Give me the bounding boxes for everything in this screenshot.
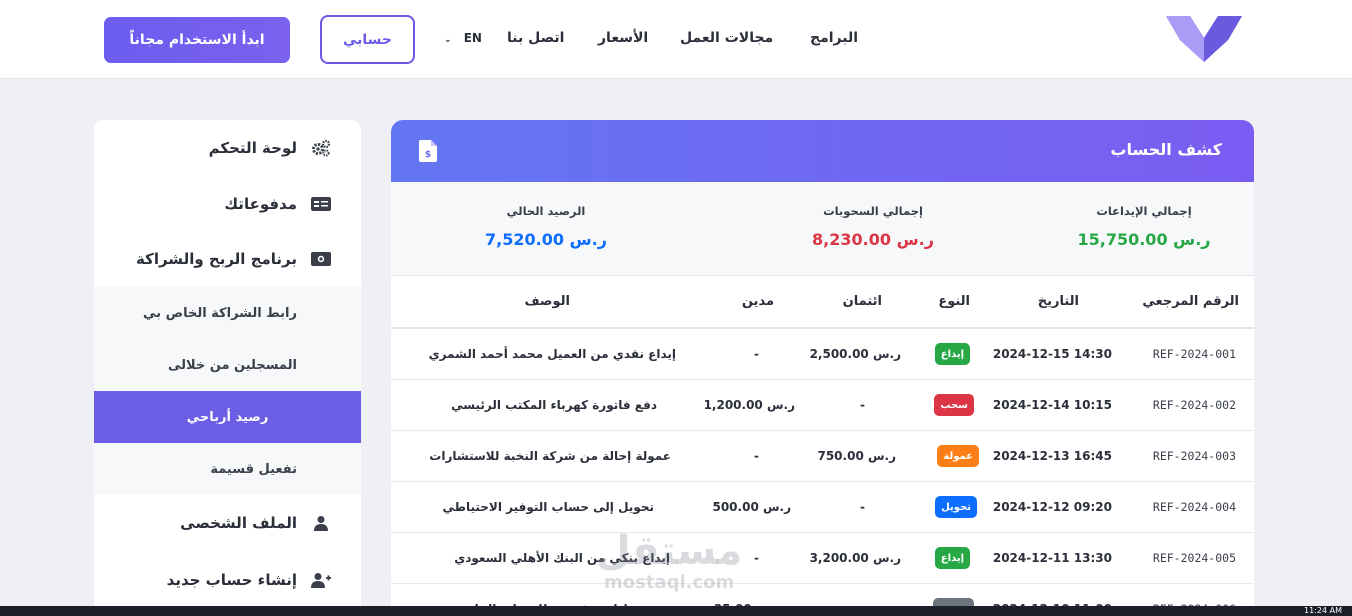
sidebar-item-label: برنامج الربح والشراكة [136, 250, 297, 268]
table-row[interactable]: REF-2024-001 2024-12-15 14:30 إيداع 2,50… [391, 329, 1254, 380]
cell-credit: 2,500.00 ر.س [809, 347, 901, 361]
sidebar-item-profile[interactable]: الملف الشخصى [180, 513, 331, 533]
column-header-type: النوع [938, 294, 970, 309]
invoice-dollar-icon[interactable]: $ [419, 140, 437, 162]
cell-description: دفع فاتورة كهرباء المكتب الرئيسي [451, 398, 657, 412]
cell-ref: REF-2024-001 [1152, 347, 1236, 361]
card-header: كشف الحساب $ [391, 120, 1254, 182]
cell-date: 2024-12-12 09:20 [992, 500, 1112, 514]
total-deposits-label: إجمالي الإيداعات [1096, 204, 1192, 218]
cell-description: إيداع نقدي من العميل محمد أحمد الشمري [428, 347, 676, 361]
column-header-description: الوصف [524, 294, 570, 309]
cell-description: عمولة إحالة من شركة النخبة للاستشارات [429, 449, 671, 463]
sidebar: لوحة التحكم مدفوعاتك برنامج الربح والشرا… [94, 120, 361, 616]
cell-description: تحويل إلى حساب التوفير الاحتياطي [442, 500, 655, 514]
current-balance: الرصيد الحالي 7,520.00 ر.س [456, 204, 636, 249]
summary-panel: إجمالي الإيداعات 15,750.00 ر.س إجمالي ال… [391, 182, 1254, 276]
user-plus-icon [311, 570, 331, 590]
user-icon [311, 513, 331, 533]
total-deposits-value: 15,750.00 ر.س [1077, 230, 1211, 249]
cell-ref: REF-2024-004 [1152, 500, 1236, 514]
money-bill-icon [311, 249, 331, 269]
watermark-latin: mostaql.com [604, 572, 735, 593]
cell-debit: - [754, 347, 759, 361]
sidebar-item-label: إنشاء حساب جديد [166, 571, 297, 589]
total-withdrawals: إجمالي السحوبات 8,230.00 ر.س [783, 204, 963, 249]
chevron-down-icon: ⌄ [444, 35, 452, 45]
table-row[interactable]: REF-2024-004 2024-12-12 09:20 تحويل - 50… [391, 482, 1254, 533]
nav-programs[interactable]: البرامج [810, 30, 858, 46]
account-statement-card: كشف الحساب $ إجمالي الإيداعات 15,750.00 … [391, 120, 1254, 616]
sidebar-subitem-affiliate-link[interactable]: رابط الشراكة الخاص بي [94, 287, 361, 339]
cell-debit: 1,200.00 ر.س [703, 398, 795, 412]
type-badge: سحب [934, 394, 974, 416]
column-header-date: التاريخ [1037, 294, 1079, 309]
cell-debit: - [754, 551, 759, 565]
cell-ref: REF-2024-005 [1152, 551, 1236, 565]
total-deposits: إجمالي الإيداعات 15,750.00 ر.س [1054, 204, 1234, 249]
table-row[interactable]: REF-2024-002 2024-12-14 10:15 سحب - 1,20… [391, 380, 1254, 431]
cell-debit: 500.00 ر.س [712, 500, 791, 514]
cell-credit: - [860, 398, 865, 412]
top-navbar: البرامج مجالات العمل الأسعار اتصل بنا ⌄ … [0, 0, 1352, 79]
sidebar-item-payments[interactable]: مدفوعاتك [224, 194, 331, 214]
total-withdrawals-label: إجمالي السحوبات [823, 204, 923, 218]
cell-credit: - [860, 500, 865, 514]
cell-date: 2024-12-15 14:30 [992, 347, 1112, 361]
cell-ref: REF-2024-003 [1152, 449, 1236, 463]
card-title: كشف الحساب [1110, 140, 1222, 159]
cell-credit: 3,200.00 ر.س [809, 551, 901, 565]
column-header-debit: مدين [741, 294, 774, 309]
taskbar-clock: 11:24 AM [1304, 606, 1342, 615]
svg-text:$: $ [425, 150, 431, 160]
nav-fields[interactable]: مجالات العمل [680, 30, 773, 46]
column-header-credit: ائتمان [842, 294, 882, 309]
cell-date: 2024-12-13 16:45 [992, 449, 1112, 463]
sidebar-subitem-activate-coupon[interactable]: تفعيل قسيمة [94, 443, 361, 495]
column-header-ref: الرقم المرجعي [1142, 294, 1239, 309]
sidebar-item-new-account[interactable]: إنشاء حساب جديد [167, 570, 331, 590]
gears-icon [311, 138, 331, 158]
type-badge: عمولة [937, 445, 979, 467]
nav-pricing[interactable]: الأسعار [598, 30, 648, 46]
os-taskbar: 11:24 AM [0, 606, 1352, 616]
sidebar-item-label: مدفوعاتك [224, 195, 297, 213]
sidebar-subitem-earnings-balance[interactable]: رصيد أرباحي [94, 391, 361, 443]
table-header: الرقم المرجعي التاريخ النوع ائتمان مدين … [391, 276, 1254, 329]
current-balance-value: 7,520.00 ر.س [485, 230, 607, 249]
sidebar-item-dashboard[interactable]: لوحة التحكم [209, 138, 331, 158]
cell-date: 2024-12-11 13:30 [992, 551, 1112, 565]
type-badge: تحويل [935, 496, 977, 518]
cell-debit: - [754, 449, 759, 463]
brand-logo[interactable] [1164, 14, 1244, 64]
nav-contact[interactable]: اتصل بنا [507, 30, 564, 46]
sidebar-item-label: الملف الشخصى [180, 514, 297, 532]
table-row[interactable]: REF-2024-003 2024-12-13 16:45 عمولة 750.… [391, 431, 1254, 482]
cell-date: 2024-12-14 10:15 [992, 398, 1112, 412]
total-withdrawals-value: 8,230.00 ر.س [812, 230, 934, 249]
sidebar-subitem-referrals[interactable]: المسجلين من خلالى [94, 339, 361, 391]
type-badge: إيداع [934, 343, 970, 365]
watermark-arabic: مستقل [596, 528, 743, 574]
cell-credit: 750.00 ر.س [817, 449, 896, 463]
invoice-icon [311, 194, 331, 214]
type-badge: إيداع [934, 547, 970, 569]
current-balance-label: الرصيد الحالي [506, 204, 586, 218]
language-label: EN [463, 31, 482, 45]
cell-ref: REF-2024-002 [1152, 398, 1236, 412]
sidebar-item-affiliate[interactable]: برنامج الربح والشراكة [136, 249, 331, 269]
sidebar-item-label: لوحة التحكم [208, 139, 297, 157]
watermark: مستقل mostaql.com [596, 530, 742, 593]
language-selector[interactable]: ⌄ EN [444, 31, 482, 45]
table-row[interactable]: REF-2024-005 2024-12-11 13:30 إيداع 3,20… [391, 533, 1254, 584]
start-free-button[interactable]: ابدأ الاستخدام مجاناً [104, 17, 290, 63]
my-account-button[interactable]: حسابي [320, 15, 415, 64]
